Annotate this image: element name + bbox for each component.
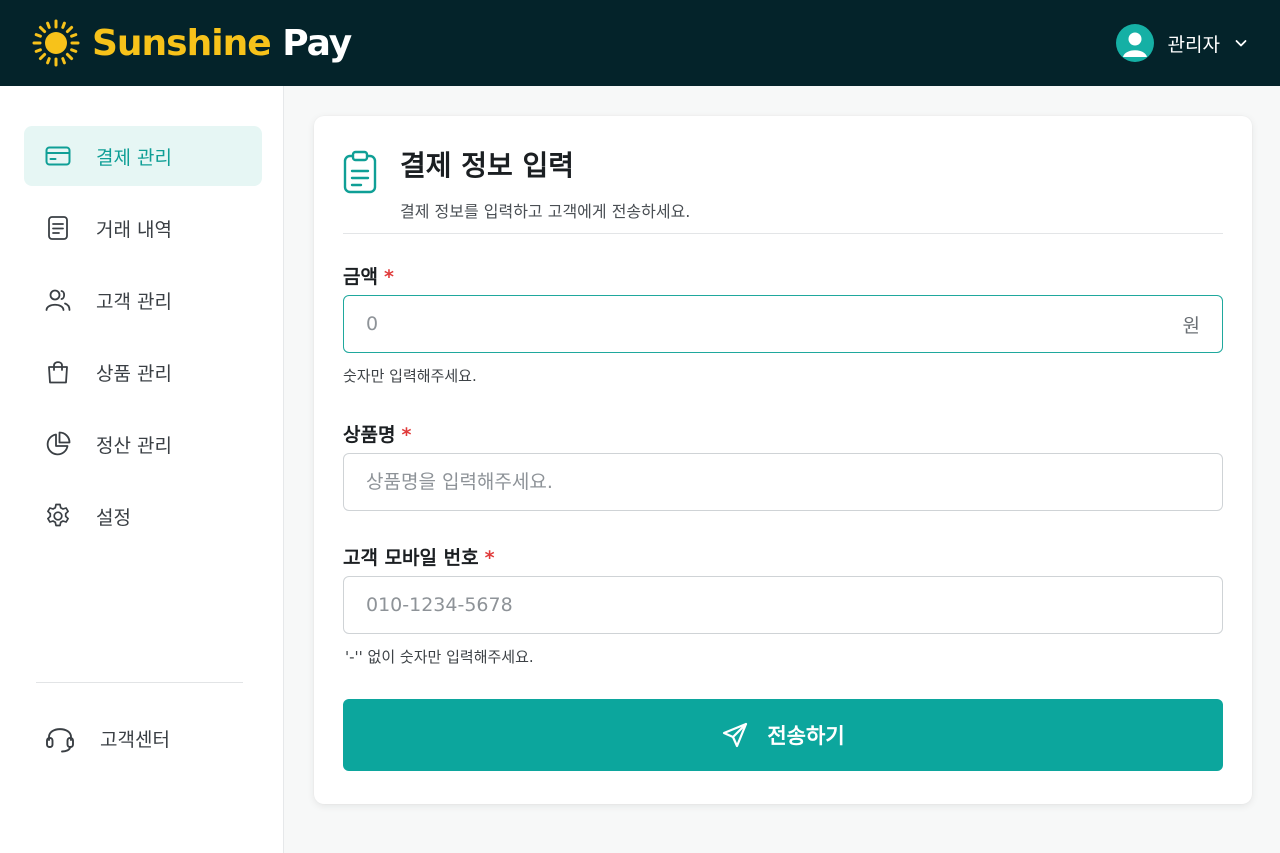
users-icon: [45, 289, 71, 311]
gear-icon: [47, 503, 69, 527]
product-name-input[interactable]: [366, 471, 1200, 493]
phone-hint: '-'' 없이 숫자만 입력해주세요.: [345, 648, 534, 666]
sidebar-item-label: 상품 관리: [96, 362, 172, 385]
chevron-down-icon: [1235, 40, 1247, 47]
sidebar-item-payment-management[interactable]: 결제 관리: [24, 126, 262, 186]
sun-icon: [32, 19, 80, 67]
required-mark: *: [484, 547, 495, 569]
sidebar-item-label: 고객센터: [100, 728, 170, 751]
phone-label-text: 고객 모바일 번호: [343, 547, 479, 569]
pie-chart-icon: [46, 431, 71, 456]
sidebar-item-label: 정산 관리: [96, 434, 172, 457]
phone-field: [343, 576, 1223, 634]
amount-hint: 숫자만 입력해주세요.: [343, 367, 477, 385]
brand-name-pay: Pay: [282, 22, 352, 64]
card-divider: [343, 233, 1223, 234]
sidebar: 결제 관리 거래 내역 고객 관리 상품 관리 정산 관리 설정 고객센터: [0, 86, 284, 853]
user-menu[interactable]: 관리자: [1115, 24, 1248, 62]
credit-card-icon: [45, 146, 71, 166]
sidebar-divider: [36, 682, 243, 683]
send-button[interactable]: 전송하기: [343, 699, 1223, 771]
sidebar-item-label: 설정: [96, 506, 131, 529]
send-icon: [723, 722, 748, 748]
payment-form-card: 결제 정보 입력 결제 정보를 입력하고 고객에게 전송하세요. 금액* 원 숫…: [314, 116, 1252, 804]
phone-label: 고객 모바일 번호 *: [343, 543, 495, 570]
amount-label-text: 금액: [343, 266, 378, 288]
shopping-bag-icon: [48, 361, 68, 384]
user-name: 관리자: [1167, 33, 1220, 56]
phone-input[interactable]: [366, 594, 1200, 616]
required-mark: *: [383, 266, 394, 288]
amount-label: 금액 *: [343, 262, 394, 289]
currency-unit: 원: [1182, 314, 1200, 337]
page-subtitle: 결제 정보를 입력하고 고객에게 전송하세요.: [400, 202, 691, 221]
brand-name-sunshine: Sunshine: [92, 22, 272, 64]
sidebar-item-transaction-history[interactable]: 거래 내역: [24, 198, 262, 258]
sidebar-item-label: 거래 내역: [96, 218, 172, 241]
headset-icon: [46, 728, 74, 753]
send-button-label: 전송하기: [767, 724, 845, 748]
sidebar-nav: 결제 관리 거래 내역 고객 관리 상품 관리 정산 관리 설정: [24, 126, 262, 558]
top-bar: Sunshine Pay 관리자: [0, 0, 1280, 86]
sidebar-item-settlement-management[interactable]: 정산 관리: [24, 414, 262, 474]
sidebar-item-customer-center[interactable]: 고객센터: [24, 708, 262, 768]
document-icon: [48, 216, 68, 240]
avatar: [1115, 24, 1154, 62]
product-label-text: 상품명: [343, 424, 396, 446]
amount-field: 원: [343, 295, 1223, 353]
product-field: [343, 453, 1223, 511]
amount-input[interactable]: [366, 313, 1183, 335]
page-title: 결제 정보 입력: [400, 149, 575, 182]
product-label: 상품명 *: [343, 420, 411, 447]
user-icon: [1122, 32, 1147, 57]
card-header: 결제 정보 입력 결제 정보를 입력하고 고객에게 전송하세요.: [342, 142, 690, 222]
brand-logo[interactable]: Sunshine Pay: [32, 19, 352, 67]
brand-name: Sunshine Pay: [92, 22, 352, 64]
sidebar-item-label: 고객 관리: [96, 290, 172, 313]
clipboard-icon: [343, 150, 377, 194]
sidebar-item-product-management[interactable]: 상품 관리: [24, 342, 262, 402]
sidebar-support: 고객센터: [24, 708, 262, 780]
sidebar-item-settings[interactable]: 설정: [24, 486, 262, 546]
sidebar-item-label: 결제 관리: [96, 146, 172, 169]
sidebar-item-customer-management[interactable]: 고객 관리: [24, 270, 262, 330]
required-mark: *: [401, 424, 412, 446]
